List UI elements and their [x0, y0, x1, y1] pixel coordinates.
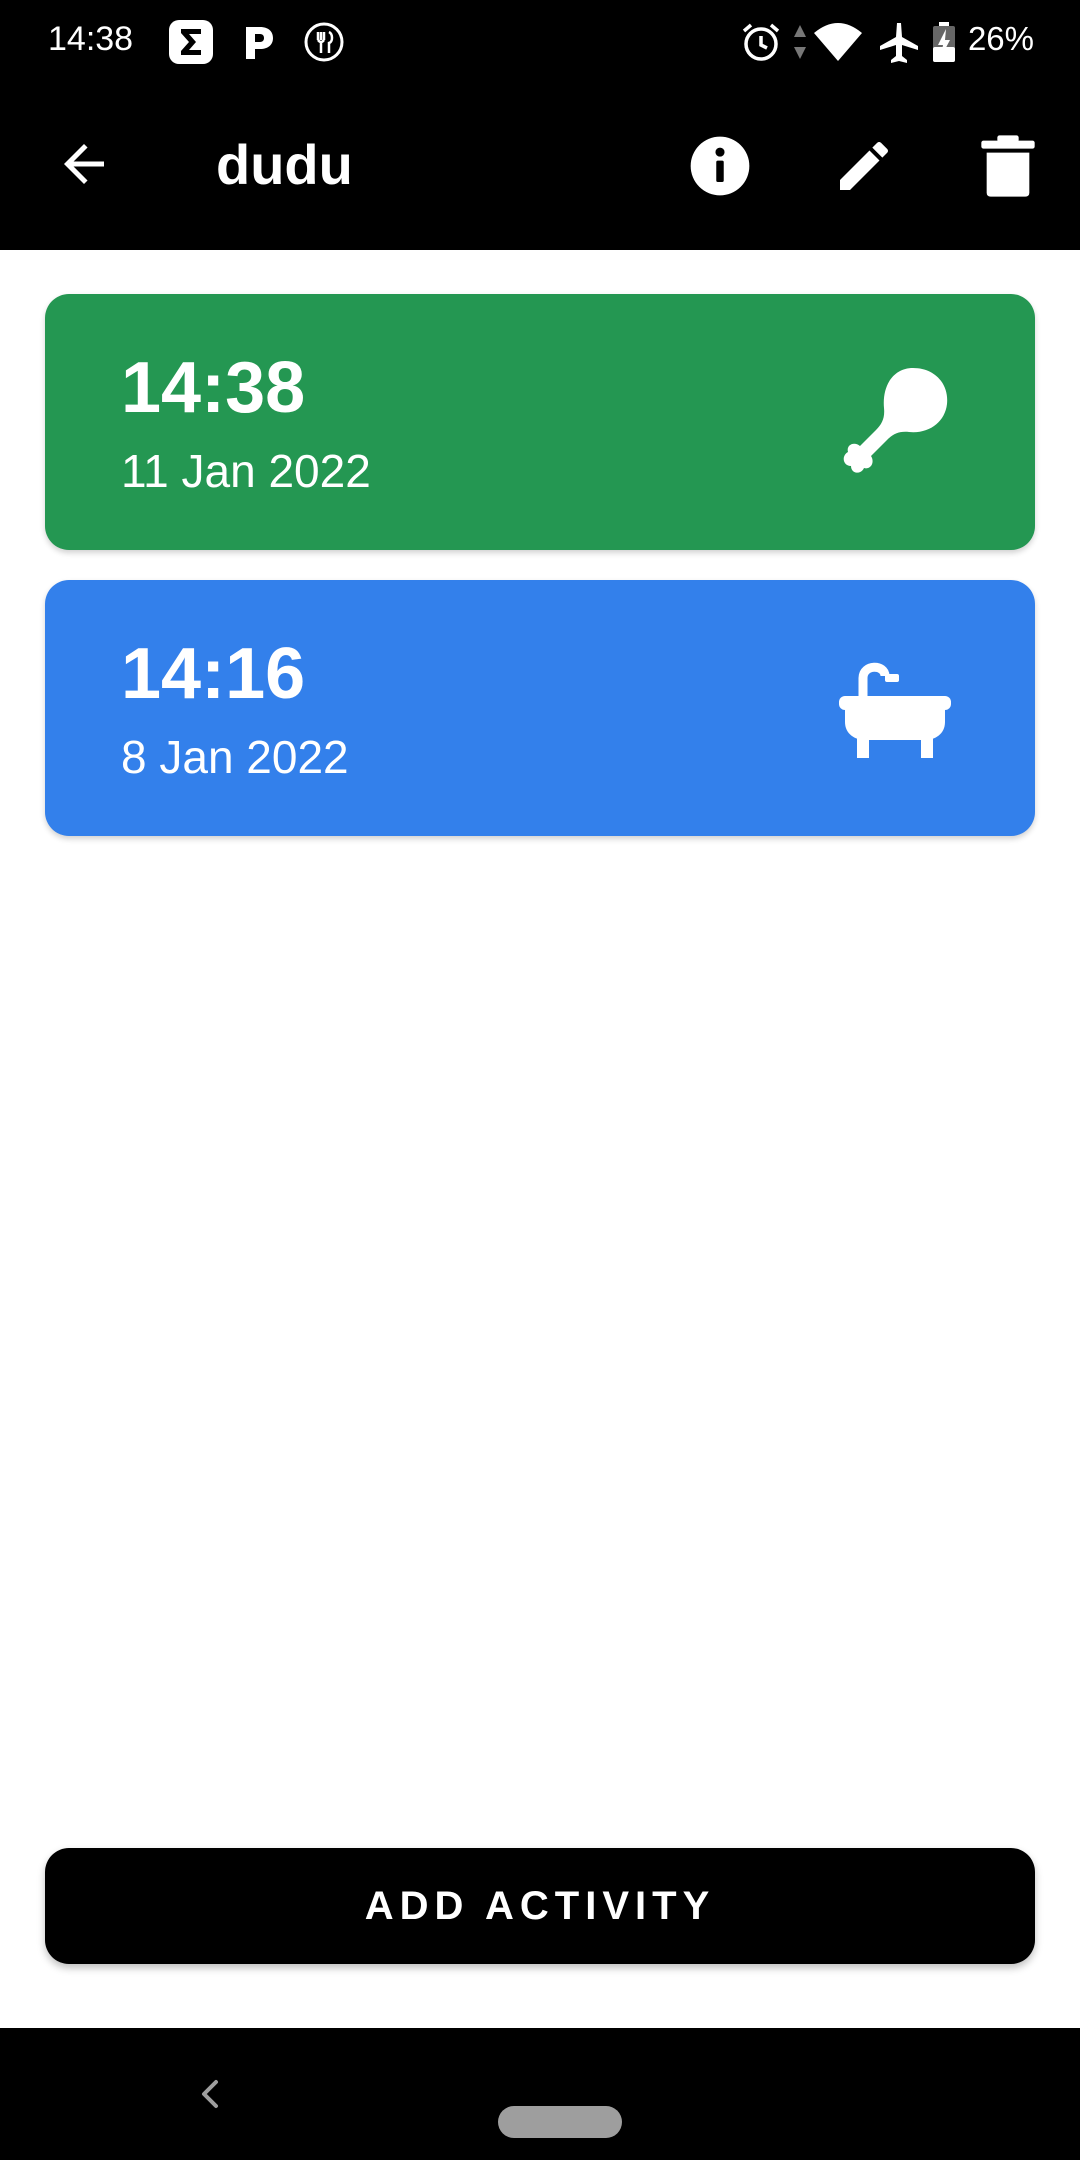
- nav-back-icon[interactable]: [186, 2070, 234, 2118]
- info-icon: [690, 136, 750, 196]
- arrow-back-icon: [64, 144, 104, 184]
- bathtub-icon: [839, 662, 951, 758]
- p-app-icon: [238, 18, 278, 66]
- activity-date: 11 Jan 2022: [121, 445, 371, 497]
- wifi-icon: [812, 18, 864, 66]
- add-activity-button[interactable]: ADD ACTIVITY: [45, 1848, 1035, 1964]
- activity-time: 14:16: [121, 634, 306, 714]
- data-arrows-icon: [790, 18, 810, 66]
- nav-home-pill[interactable]: [498, 2106, 622, 2138]
- navigation-bar: [0, 2028, 1080, 2160]
- status-bar: 14:38 26%: [0, 0, 1080, 84]
- airplane-icon: [876, 18, 922, 66]
- battery-charging-icon: [930, 18, 958, 66]
- sigma-app-icon: [168, 18, 214, 66]
- status-time: 14:38: [48, 20, 134, 58]
- info-button[interactable]: [678, 124, 762, 208]
- battery-percent: 26%: [967, 20, 1034, 57]
- edit-icon: [840, 141, 889, 190]
- activity-date: 8 Jan 2022: [121, 731, 349, 783]
- food-app-icon: [302, 18, 346, 66]
- alarm-icon: [738, 18, 784, 66]
- edit-button[interactable]: [822, 124, 906, 208]
- back-button[interactable]: [44, 124, 124, 204]
- activity-card[interactable]: 14:38 11 Jan 2022: [45, 294, 1035, 550]
- drumstick-icon: [843, 368, 948, 473]
- page-title: dudu: [216, 133, 353, 196]
- activity-time: 14:38: [121, 348, 306, 428]
- activity-list-screen: 14:38 26% dudu 14:38 11 Jan 2022 14:16 8…: [0, 0, 1080, 2160]
- app-bar: dudu: [0, 84, 1080, 250]
- delete-icon: [981, 135, 1035, 197]
- delete-button[interactable]: [966, 124, 1050, 208]
- activity-card[interactable]: 14:16 8 Jan 2022: [45, 580, 1035, 836]
